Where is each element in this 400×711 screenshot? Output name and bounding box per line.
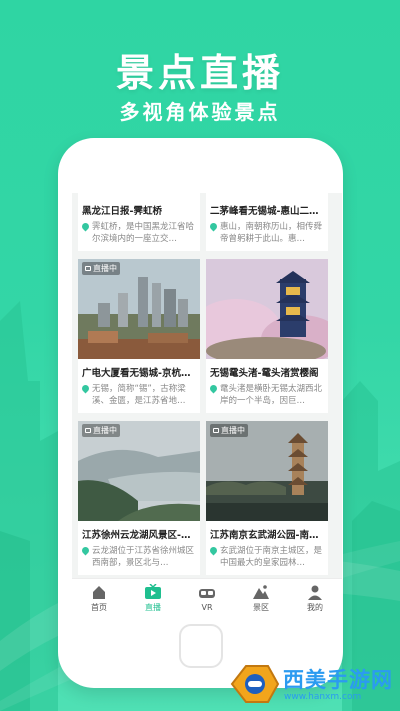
location-pin-icon bbox=[210, 221, 219, 232]
watermark-url: www.hanxm.com bbox=[284, 692, 362, 702]
subline: 多视角体验景点 bbox=[119, 100, 281, 124]
live-card-yuantouzhu[interactable]: 无锡鼋头渚-鼋头渚赏樱阁 鼋头渚是横卧无锡太湖西北岸的一个半岛，因巨… bbox=[206, 259, 328, 413]
location-pin-icon bbox=[82, 545, 91, 556]
tab-vr[interactable]: VR bbox=[180, 579, 234, 618]
card-title: 江苏南京玄武湖公园-南… bbox=[210, 530, 319, 541]
live-icon bbox=[85, 428, 91, 433]
card-desc: 鼋头渚是横卧无锡太湖西北岸的一个半岛，因巨… bbox=[210, 383, 326, 407]
tab-home[interactable]: 首页 bbox=[72, 579, 126, 618]
tab-label: 直播 bbox=[145, 603, 161, 612]
card-desc: 惠山，南朝称历山，相传舜帝曾躬耕于此山。惠… bbox=[210, 221, 326, 245]
tab-live[interactable]: 直播 bbox=[126, 579, 180, 618]
live-card-yunlong-lake[interactable]: 直播中 江苏徐州云龙湖风景区-… 云龙湖位于江苏省徐州城区西南部，景区北与… bbox=[78, 421, 200, 575]
card-title: 无锡鼋头渚-鼋头渚赏樱阁 bbox=[210, 368, 319, 379]
card-desc: 霁虹桥，是中国黑龙江省哈尔滨境内的一座立交… bbox=[82, 221, 198, 245]
card-title: 黑龙江日报-霁虹桥 bbox=[82, 206, 162, 217]
phone-home-button bbox=[179, 624, 223, 668]
live-badge: 直播中 bbox=[82, 424, 120, 437]
card-title: 江苏徐州云龙湖风景区-… bbox=[82, 530, 191, 541]
live-badge: 直播中 bbox=[210, 424, 248, 437]
card-desc: 玄武湖位于南京主城区，是中国最大的皇家园林… bbox=[210, 545, 326, 569]
location-pin-icon bbox=[210, 545, 219, 556]
tab-profile[interactable]: 我的 bbox=[288, 579, 342, 618]
tab-label: 我的 bbox=[307, 603, 323, 612]
bottom-tab-bar: 首页 直播 VR 景区 我的 bbox=[72, 578, 342, 618]
headline: 景点直播 bbox=[115, 51, 284, 95]
app-screen: 黑龙江日报-霁虹桥 霁虹桥，是中国黑龙江省哈尔滨境内的一座立交… 二茅峰看无锡城… bbox=[72, 193, 342, 618]
vr-icon bbox=[199, 589, 215, 598]
tab-label: 景区 bbox=[253, 603, 269, 612]
watermark-name: 西美手游网 bbox=[283, 668, 393, 692]
tab-label: VR bbox=[201, 603, 213, 612]
tv-icon bbox=[145, 584, 161, 599]
live-icon bbox=[85, 266, 91, 271]
tab-scenic[interactable]: 景区 bbox=[234, 579, 288, 618]
mountain-icon bbox=[253, 585, 269, 599]
user-icon bbox=[308, 585, 322, 600]
card-desc: 无锡，简称“锡”，古称梁溪、金匮，是江苏省地… bbox=[82, 383, 198, 407]
tab-label: 首页 bbox=[91, 603, 107, 612]
home-icon bbox=[93, 586, 105, 599]
live-card-xuanwu-lake[interactable]: 直播中 江苏南京玄武湖公园-南… 玄武湖位于南京主城区，是中国最大的皇家园林… bbox=[206, 421, 328, 575]
pagoda-cherry-blossom-thumbnail bbox=[206, 259, 328, 359]
card-desc: 云龙湖位于江苏省徐州城区西南部，景区北与… bbox=[82, 545, 198, 569]
live-badge: 直播中 bbox=[82, 262, 120, 275]
location-pin-icon bbox=[82, 221, 91, 232]
card-title: 广电大厦看无锡城-京杭… bbox=[82, 368, 191, 379]
live-card-wuxi-tv-tower[interactable]: 直播中 广电大厦看无锡城-京杭… 无锡，简称“锡”，古称梁溪、金匮，是江苏省地… bbox=[78, 259, 200, 413]
live-icon bbox=[213, 428, 219, 433]
location-pin-icon bbox=[210, 383, 219, 394]
live-card-huishan[interactable]: 二茅峰看无锡城-惠山二… 惠山，南朝称历山，相传舜帝曾躬耕于此山。惠… bbox=[206, 193, 328, 251]
live-card-jihongqiao[interactable]: 黑龙江日报-霁虹桥 霁虹桥，是中国黑龙江省哈尔滨境内的一座立交… bbox=[78, 193, 200, 251]
location-pin-icon bbox=[82, 383, 91, 394]
card-title: 二茅峰看无锡城-惠山二… bbox=[210, 206, 319, 217]
